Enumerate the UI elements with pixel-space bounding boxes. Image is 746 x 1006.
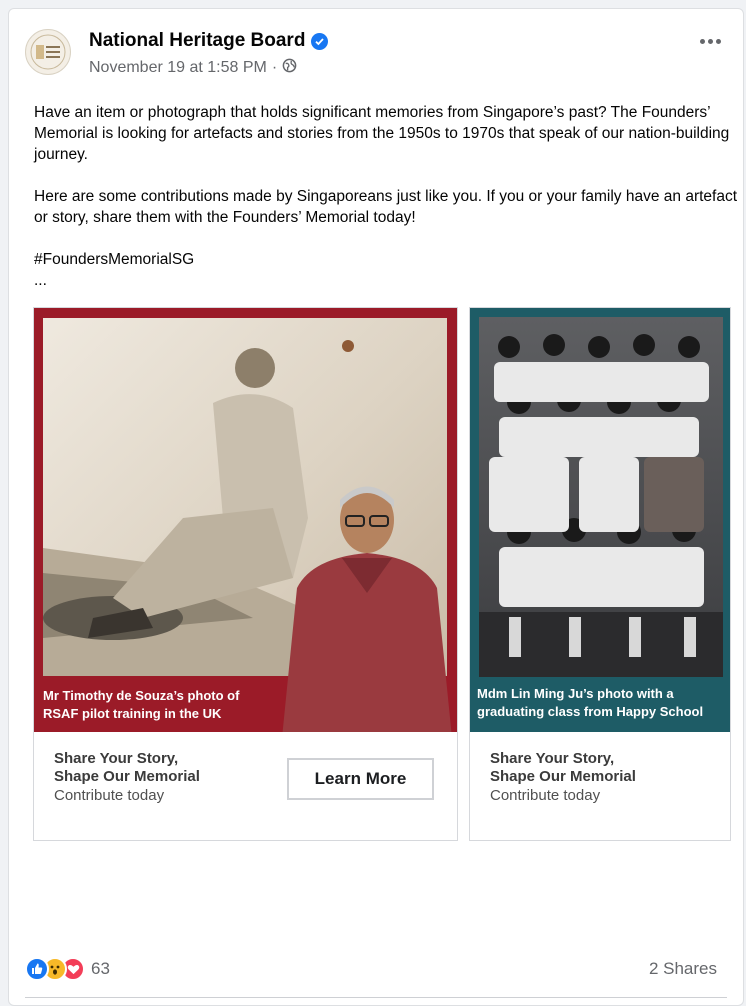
post-card: National Heritage Board November 19 at 1… (8, 8, 744, 1006)
post-timestamp[interactable]: November 19 at 1:58 PM (89, 59, 267, 77)
globe-icon[interactable] (282, 58, 297, 78)
shares-count[interactable]: 2 Shares (649, 959, 717, 979)
card-2-subtitle: Contribute today (490, 787, 601, 804)
page-name[interactable]: National Heritage Board (89, 30, 329, 52)
post-text: Have an item or photograph that holds si… (34, 102, 740, 291)
card-2-title-line-1: Share Your Story, (490, 750, 615, 767)
card-2-title-line-2: Shape Our Memorial (490, 768, 636, 785)
card-1-title-line-2: Shape Our Memorial (54, 768, 200, 785)
portrait-figure (282, 486, 452, 732)
card-1-title-line-1: Share Your Story, (54, 750, 179, 767)
class-photo (479, 317, 723, 677)
learn-more-button[interactable]: Learn More (287, 758, 434, 800)
post-paragraph-2: Here are some contributions made by Sing… (34, 188, 738, 226)
like-reaction-icon (25, 957, 49, 981)
reaction-count[interactable]: 63 (91, 959, 110, 979)
reactions-summary[interactable]: 63 (25, 957, 110, 981)
card-1-image[interactable]: Mr Timothy de Souza’s photo of RSAF pilo… (34, 308, 457, 732)
post-paragraph-1: Have an item or photograph that holds si… (34, 104, 730, 163)
post-meta: November 19 at 1:58 PM · (89, 58, 297, 78)
more-options-icon[interactable] (695, 31, 725, 51)
carousel-card-2[interactable]: Mdm Lin Ming Ju’s photo with a graduatin… (469, 307, 731, 841)
card-1-subtitle: Contribute today (54, 787, 165, 804)
card-2-caption: Mdm Lin Ming Ju’s photo with a graduatin… (477, 686, 704, 719)
hashtag-link[interactable]: #FoundersMemorialSG (34, 249, 740, 270)
footer-divider (25, 997, 727, 998)
page-name-label[interactable]: National Heritage Board (89, 30, 305, 52)
meta-separator: · (271, 59, 278, 76)
see-more-link[interactable]: ... (34, 270, 740, 291)
verified-badge-icon (311, 32, 329, 50)
card-2-image[interactable]: Mdm Lin Ming Ju’s photo with a graduatin… (470, 308, 730, 732)
page-avatar[interactable] (25, 29, 71, 75)
carousel-card-1[interactable]: Mr Timothy de Souza’s photo of RSAF pilo… (33, 307, 458, 841)
nhb-logo (30, 34, 66, 70)
card-1-caption: Mr Timothy de Souza’s photo of RSAF pilo… (43, 688, 240, 721)
